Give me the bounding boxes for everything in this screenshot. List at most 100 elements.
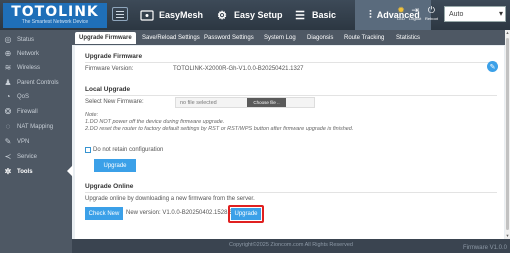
retain-config-label: Do not retain configuration [93,147,164,153]
top-bar: TOTOLINK The Smartest Network Device Eas… [0,0,510,30]
section-title-local-upgrade: Local Upgrade [85,86,131,93]
tab-diagnosis[interactable]: Diagonsis [303,32,337,44]
tab-statistics[interactable]: Statistics [392,32,424,44]
led-button[interactable]: ✹ LED [395,4,407,22]
firewall-icon: ❂ [4,107,12,116]
divider [85,62,497,63]
sidebar-item-label: Wireless [17,64,41,71]
select-firmware-label: Select New Firmware: [85,99,144,105]
gear-icon: ⚙ [217,9,227,22]
led-label: LED [397,16,405,21]
sidebar: ◎ Status ⊕ Network ≋ Wireless ♟ Parent C… [0,30,73,253]
tools-icon: ✲ [4,167,12,176]
nat-icon: ◌ [5,122,11,131]
choose-file-button[interactable]: Choose file .. [247,98,286,107]
file-placeholder: no file selected [180,100,217,106]
sidebar-item-vpn[interactable]: ✎ VPN [0,134,72,149]
user-icon: ♟ [4,78,12,87]
active-indicator [67,165,73,177]
list-icon: ☰ [295,9,305,22]
divider [85,192,497,193]
language-select[interactable]: Auto ▾ [444,6,506,22]
check-new-button[interactable]: Check New [85,207,123,220]
sidebar-item-label: Firewall [17,108,38,115]
sidebar-item-network[interactable]: ⊕ Network [0,46,72,61]
sidebar-item-firewall[interactable]: ❂ Firewall [0,104,72,119]
mesh-icon [140,8,154,22]
sidebar-item-label: Status [17,36,35,43]
logout-button[interactable]: ⇥ Logout [409,4,422,22]
logo-tagline: The Smartest Network Device [21,19,89,25]
firmware-version-value: TOTOLINK-X2000R-Gh-V1.0.0-B20250421.1327 [173,66,304,72]
nav-easy-setup[interactable]: ⚙ Easy Setup [215,0,283,30]
sidebar-item-label: Parent Controls [17,79,59,86]
sidebar-item-label: Service [17,153,38,160]
menu-icon [116,17,124,18]
menu-toggle-button[interactable] [112,7,128,21]
wifi-icon: ≋ [4,63,12,72]
firmware-version-label: Firmware Version: [85,66,134,72]
reboot-label: Reboot [425,16,438,21]
tab-bar: Upgrade Firmware Save/Reload Settings Pa… [72,30,505,45]
scrollbar[interactable]: ▲ ▼ [505,30,510,239]
qos-icon: ◔ [5,92,11,101]
sidebar-item-nat-mapping[interactable]: ◌ NAT Mapping [0,119,72,134]
tab-password-settings[interactable]: Password Settings [200,32,258,44]
highlight-box [228,205,264,223]
firmware-footer: Firmware V1.0.0 [462,245,507,251]
footer: Copyright©2025 Zioncom.com All Rights Re… [72,239,510,253]
language-value: Auto [449,11,464,18]
logo-text: TOTOLINK [11,4,99,20]
scroll-down-icon[interactable]: ▼ [505,233,510,238]
upgrade-online-description: Upgrade online by downloading a new firm… [85,196,255,202]
sidebar-item-label: QoS [17,93,30,100]
nav-easymesh[interactable]: EasyMesh [140,0,203,30]
section-title-upgrade-firmware: Upgrade Firmware [85,53,143,60]
new-version-text: New version: V1.0.0-B20250402.1528.63 [126,210,236,216]
logout-icon: ⇥ [411,4,419,15]
help-icon[interactable]: ✎ [487,61,498,72]
tab-system-log[interactable]: System Log [260,32,300,44]
sidebar-item-parent-controls[interactable]: ♟ Parent Controls [0,75,72,90]
vpn-icon: ✎ [4,137,12,146]
sidebar-item-service[interactable]: ≺ Service [0,149,72,164]
tab-upgrade-firmware[interactable]: Upgrade Firmware [75,32,136,44]
sidebar-item-label: Network [17,50,40,57]
nav-label: Easy Setup [234,10,283,20]
power-icon: ⏻ [427,4,436,15]
scroll-thumb[interactable] [506,38,509,230]
tab-route-tracking[interactable]: Route Tracking [340,32,388,44]
logo[interactable]: TOTOLINK The Smartest Network Device [3,3,107,28]
section-title-upgrade-online: Upgrade Online [85,183,134,190]
tab-save-reload-settings[interactable]: Save/Reload Settings [138,32,204,44]
reboot-button[interactable]: ⏻ Reboot [425,4,438,22]
note-line-1: 1.DO NOT power off the device during fir… [85,119,225,125]
note-title: Note: [85,112,99,118]
scroll-up-icon[interactable]: ▲ [505,30,510,35]
retain-config-checkbox[interactable] [85,147,91,153]
share-icon: ≺ [4,152,12,161]
file-input[interactable]: no file selected [175,97,315,108]
sidebar-item-tools[interactable]: ✲ Tools [0,164,72,179]
main-panel: Upgrade Firmware Firmware Version: TOTOL… [75,46,504,239]
sun-icon: ✹ [397,4,405,15]
globe-icon: ◎ [4,35,12,44]
sidebar-item-status[interactable]: ◎ Status [0,32,72,47]
sidebar-item-wireless[interactable]: ≋ Wireless [0,60,72,75]
nav-basic[interactable]: ☰ Basic [293,0,336,30]
menu-icon [116,11,124,12]
sidebar-item-label: NAT Mapping [17,123,54,130]
nav-label: Basic [312,10,337,20]
logout-label: Logout [409,16,422,21]
local-upgrade-button[interactable]: Upgrade [94,159,136,172]
menu-icon [116,14,124,15]
nav-label: EasyMesh [159,10,204,20]
copyright: Copyright©2025 Zioncom.com All Rights Re… [229,242,353,248]
sliders-icon: ⫶ [369,8,372,21]
sidebar-item-qos[interactable]: ◔ QoS [0,89,72,104]
sidebar-item-label: Tools [17,168,33,175]
divider [85,95,497,96]
sidebar-item-label: VPN [17,138,30,145]
chevron-down-icon: ▾ [498,9,503,18]
app-root: TOTOLINK The Smartest Network Device Eas… [0,0,510,253]
